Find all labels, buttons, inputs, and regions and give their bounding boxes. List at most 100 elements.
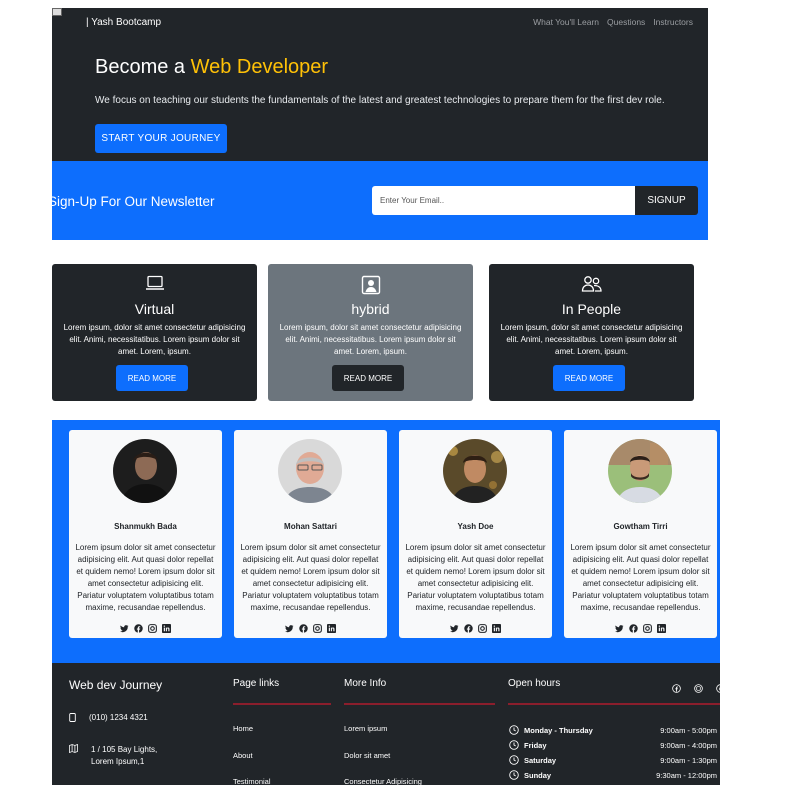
box-title: hybrid	[351, 301, 390, 317]
instructor-name: Gowtham Tirri	[613, 522, 668, 531]
address-text: 1 / 105 Bay Lights, Lorem Ipsum,1	[91, 744, 157, 768]
linkedin-icon[interactable]	[327, 620, 336, 633]
nav-link-questions[interactable]: Questions	[607, 17, 645, 27]
broken-logo-image[interactable]	[52, 8, 62, 16]
read-more-button[interactable]: READ MORE	[116, 365, 188, 391]
instructor-card: Gowtham Tirri Lorem ipsum dolor sit amet…	[564, 430, 717, 638]
nav-link-learn[interactable]: What You'll Learn	[533, 17, 599, 27]
hours-day: Saturday	[524, 755, 557, 765]
clock-icon	[509, 725, 519, 735]
page-links-divider	[233, 703, 331, 705]
signup-button[interactable]: SIGNUP	[635, 186, 698, 215]
person-square-icon	[268, 275, 473, 295]
box-title: Virtual	[134, 301, 175, 317]
more-info-divider	[344, 703, 495, 705]
hours-row: Monday - Thursday 9:00am - 5:00pm	[509, 725, 717, 735]
footer-address: 1 / 105 Bay Lights, Lorem Ipsum,1	[69, 743, 157, 768]
box-virtual: Virtual Lorem ipsum, dolor sit amet cons…	[52, 264, 257, 401]
instructor-bio: Lorem ipsum dolor sit amet consectetur a…	[75, 543, 216, 612]
clock-icon	[509, 770, 519, 780]
hero-title-prefix: Become a	[95, 56, 191, 78]
instructor-name: Shanmukh Bada	[114, 522, 177, 531]
instructor-card: Shanmukh Bada Lorem ipsum dolor sit amet…	[69, 430, 222, 638]
instructor-card: Mohan Sattari Lorem ipsum dolor sit amet…	[234, 430, 387, 638]
box-in-people: In People Lorem ipsum, dolor sit amet co…	[489, 264, 694, 401]
open-hours-divider	[508, 703, 720, 705]
footer-link-consectetur[interactable]: Consectetur Adipisicing	[344, 777, 422, 785]
brand-link[interactable]: | Yash Bootcamp	[86, 17, 161, 28]
hours-time: 9:00am - 5:00pm	[660, 725, 717, 735]
facebook-icon[interactable]	[672, 680, 681, 693]
avatar	[608, 439, 672, 503]
hours-row: Friday 9:00am - 4:00pm	[509, 740, 717, 750]
hours-day: Friday	[524, 740, 547, 750]
footer-phone: (010) 1234 4321	[69, 713, 148, 722]
twitter-icon[interactable]	[285, 620, 294, 633]
linkedin-icon[interactable]	[716, 680, 720, 693]
newsletter-section: Sign-Up For Our Newsletter SIGNUP	[48, 161, 708, 240]
more-info-title: More Info	[344, 678, 387, 689]
box-text: Lorem ipsum, dolor sit amet consectetur …	[500, 323, 683, 356]
twitter-icon[interactable]	[120, 620, 129, 633]
box-hybrid: hybrid Lorem ipsum, dolor sit amet conse…	[268, 264, 473, 401]
instructors-section: Shanmukh Bada Lorem ipsum dolor sit amet…	[52, 420, 720, 663]
linkedin-icon[interactable]	[492, 620, 501, 633]
phone-icon	[69, 713, 76, 722]
hero-section: | Yash Bootcamp What You'll Learn Questi…	[52, 8, 708, 161]
facebook-icon[interactable]	[464, 620, 473, 633]
twitter-icon[interactable]	[615, 620, 624, 633]
hero-subtitle: We focus on teaching our students the fu…	[95, 95, 665, 106]
footer: Web dev Journey (010) 1234 4321 1 / 105 …	[52, 663, 720, 785]
social-links	[69, 620, 222, 633]
instagram-icon[interactable]	[643, 620, 652, 633]
instructor-bio: Lorem ipsum dolor sit amet consectetur a…	[570, 543, 711, 612]
linkedin-icon[interactable]	[162, 620, 171, 633]
box-text: Lorem ipsum, dolor sit amet consectetur …	[63, 323, 246, 356]
address-line-1: 1 / 105 Bay Lights,	[91, 745, 158, 754]
hours-time: 9:30am - 12:00pm	[656, 770, 717, 780]
social-links	[564, 620, 717, 633]
footer-link-about[interactable]: About	[233, 751, 253, 760]
twitter-icon[interactable]	[450, 620, 459, 633]
clock-icon	[509, 755, 519, 765]
read-more-button[interactable]: READ MORE	[553, 365, 625, 391]
people-icon	[489, 275, 694, 295]
footer-link-home[interactable]: Home	[233, 724, 253, 733]
social-links	[399, 620, 552, 633]
footer-link-testimonial[interactable]: Testimonial	[233, 777, 271, 785]
instagram-icon[interactable]	[694, 680, 703, 693]
instructor-bio: Lorem ipsum dolor sit amet consectetur a…	[405, 543, 546, 612]
footer-social-links	[672, 680, 720, 693]
email-input[interactable]	[372, 186, 635, 215]
footer-link-lorem[interactable]: Lorem ipsum	[344, 724, 387, 733]
page-links-title: Page links	[233, 678, 280, 689]
box-title: In People	[561, 301, 622, 317]
hours-time: 9:00am - 4:00pm	[660, 740, 717, 750]
hours-row: Sunday 9:30am - 12:00pm	[509, 770, 717, 780]
avatar	[278, 439, 342, 503]
instagram-icon[interactable]	[313, 620, 322, 633]
box-text: Lorem ipsum, dolor sit amet consectetur …	[279, 323, 462, 356]
facebook-icon[interactable]	[134, 620, 143, 633]
instructor-bio: Lorem ipsum dolor sit amet consectetur a…	[240, 543, 381, 612]
phone-number: (010) 1234 4321	[89, 713, 148, 722]
start-journey-button[interactable]: START YOUR JOURNEY	[95, 124, 227, 153]
footer-link-dolor[interactable]: Dolor sit amet	[344, 751, 390, 760]
hours-day: Sunday	[524, 770, 552, 780]
hours-row: Saturday 9:00am - 1:30pm	[509, 755, 717, 765]
clock-icon	[509, 740, 519, 750]
linkedin-icon[interactable]	[657, 620, 666, 633]
instagram-icon[interactable]	[148, 620, 157, 633]
address-line-2: Lorem Ipsum,1	[91, 757, 145, 766]
laptop-icon	[52, 275, 257, 295]
hours-time: 9:00am - 1:30pm	[660, 755, 717, 765]
instagram-icon[interactable]	[478, 620, 487, 633]
social-links	[234, 620, 387, 633]
instructor-name: Mohan Sattari	[284, 522, 337, 531]
nav-link-instructors[interactable]: Instructors	[653, 17, 693, 27]
facebook-icon[interactable]	[629, 620, 638, 633]
top-nav: What You'll Learn Questions Instructors	[533, 17, 693, 27]
open-hours-title: Open hours	[508, 678, 561, 689]
facebook-icon[interactable]	[299, 620, 308, 633]
read-more-button[interactable]: READ MORE	[332, 365, 404, 391]
